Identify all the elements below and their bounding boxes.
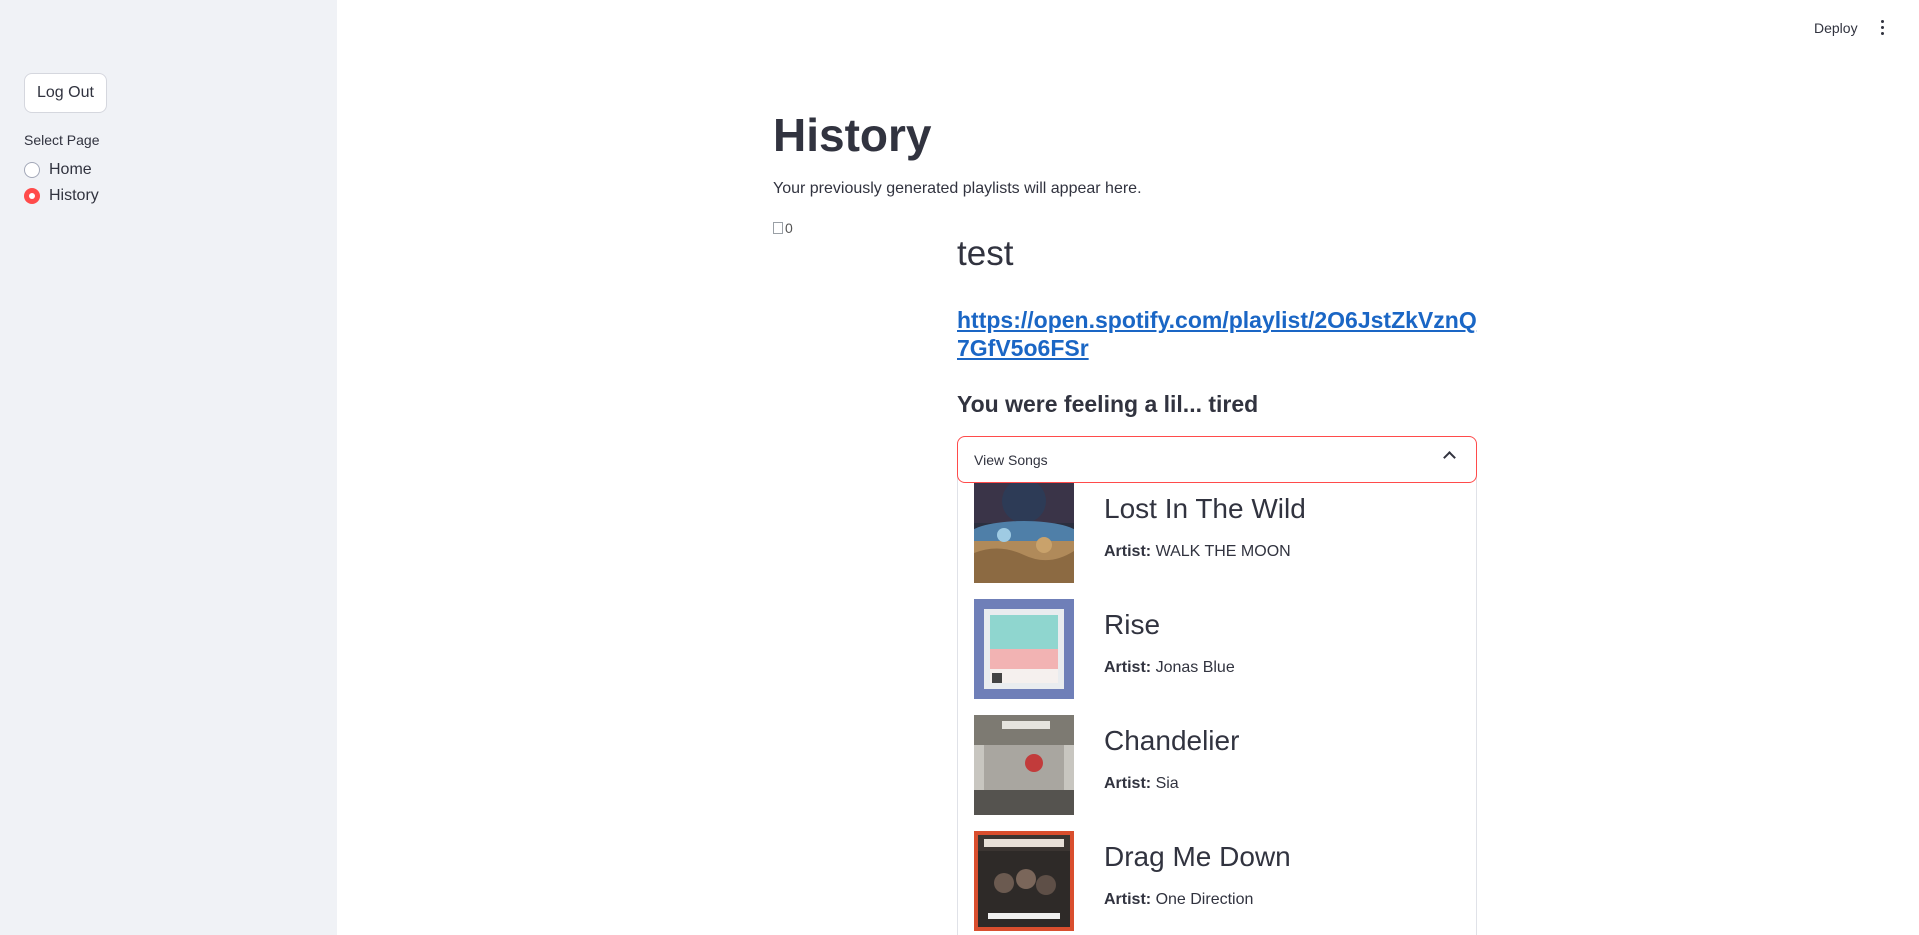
song-artist: Artist: WALK THE MOON: [1104, 543, 1291, 561]
broken-image-icon: [773, 222, 783, 234]
more-menu-icon[interactable]: [1876, 16, 1888, 38]
artist-prefix: Artist:: [1104, 659, 1152, 676]
song-artist: Artist: Jonas Blue: [1104, 659, 1235, 677]
expander-label: View Songs: [974, 451, 1048, 468]
playlist-link[interactable]: https://open.spotify.com/playlist/2O6Jst…: [957, 306, 1477, 362]
chevron-up-icon: [1443, 451, 1456, 464]
view-songs-toggle[interactable]: View Songs: [957, 436, 1477, 483]
album-art: [974, 715, 1074, 815]
song-artist: Artist: One Direction: [1104, 891, 1253, 909]
radio-home[interactable]: Home: [24, 161, 92, 179]
artist-prefix: Artist:: [1104, 891, 1152, 908]
playlist-cover-image: 0: [773, 220, 793, 236]
album-art: [974, 599, 1074, 699]
radio-home-label: Home: [49, 161, 92, 178]
playlist-mood: You were feeling a lil... tired: [957, 391, 1259, 417]
radio-unchecked-icon: [24, 162, 40, 178]
song-title: Rise: [1104, 609, 1161, 640]
song-artist: Artist: Sia: [1104, 775, 1179, 793]
page-description: Your previously generated playlists will…: [773, 180, 1142, 197]
artist-name: WALK THE MOON: [1155, 543, 1291, 560]
artist-prefix: Artist:: [1104, 775, 1152, 792]
radio-history[interactable]: History: [24, 187, 99, 205]
radio-history-label: History: [49, 187, 99, 204]
artist-name: Jonas Blue: [1155, 659, 1235, 676]
album-art: [974, 831, 1074, 931]
page-title: History: [773, 109, 932, 161]
song-title: Lost In The Wild: [1104, 493, 1306, 524]
sidebar: Log Out Select Page Home History: [0, 0, 337, 935]
image-alt-text: 0: [785, 220, 793, 236]
artist-name: One Direction: [1155, 891, 1254, 908]
logout-button[interactable]: Log Out: [24, 73, 107, 113]
album-art: [974, 483, 1074, 583]
select-page-label: Select Page: [24, 132, 100, 148]
song-title: Drag Me Down: [1104, 841, 1291, 872]
song-title: Chandelier: [1104, 725, 1240, 756]
playlist-name: test: [957, 234, 1014, 273]
artist-prefix: Artist:: [1104, 543, 1152, 560]
deploy-button[interactable]: Deploy: [1814, 20, 1858, 36]
radio-checked-icon: [24, 188, 40, 204]
artist-name: Sia: [1155, 775, 1179, 792]
